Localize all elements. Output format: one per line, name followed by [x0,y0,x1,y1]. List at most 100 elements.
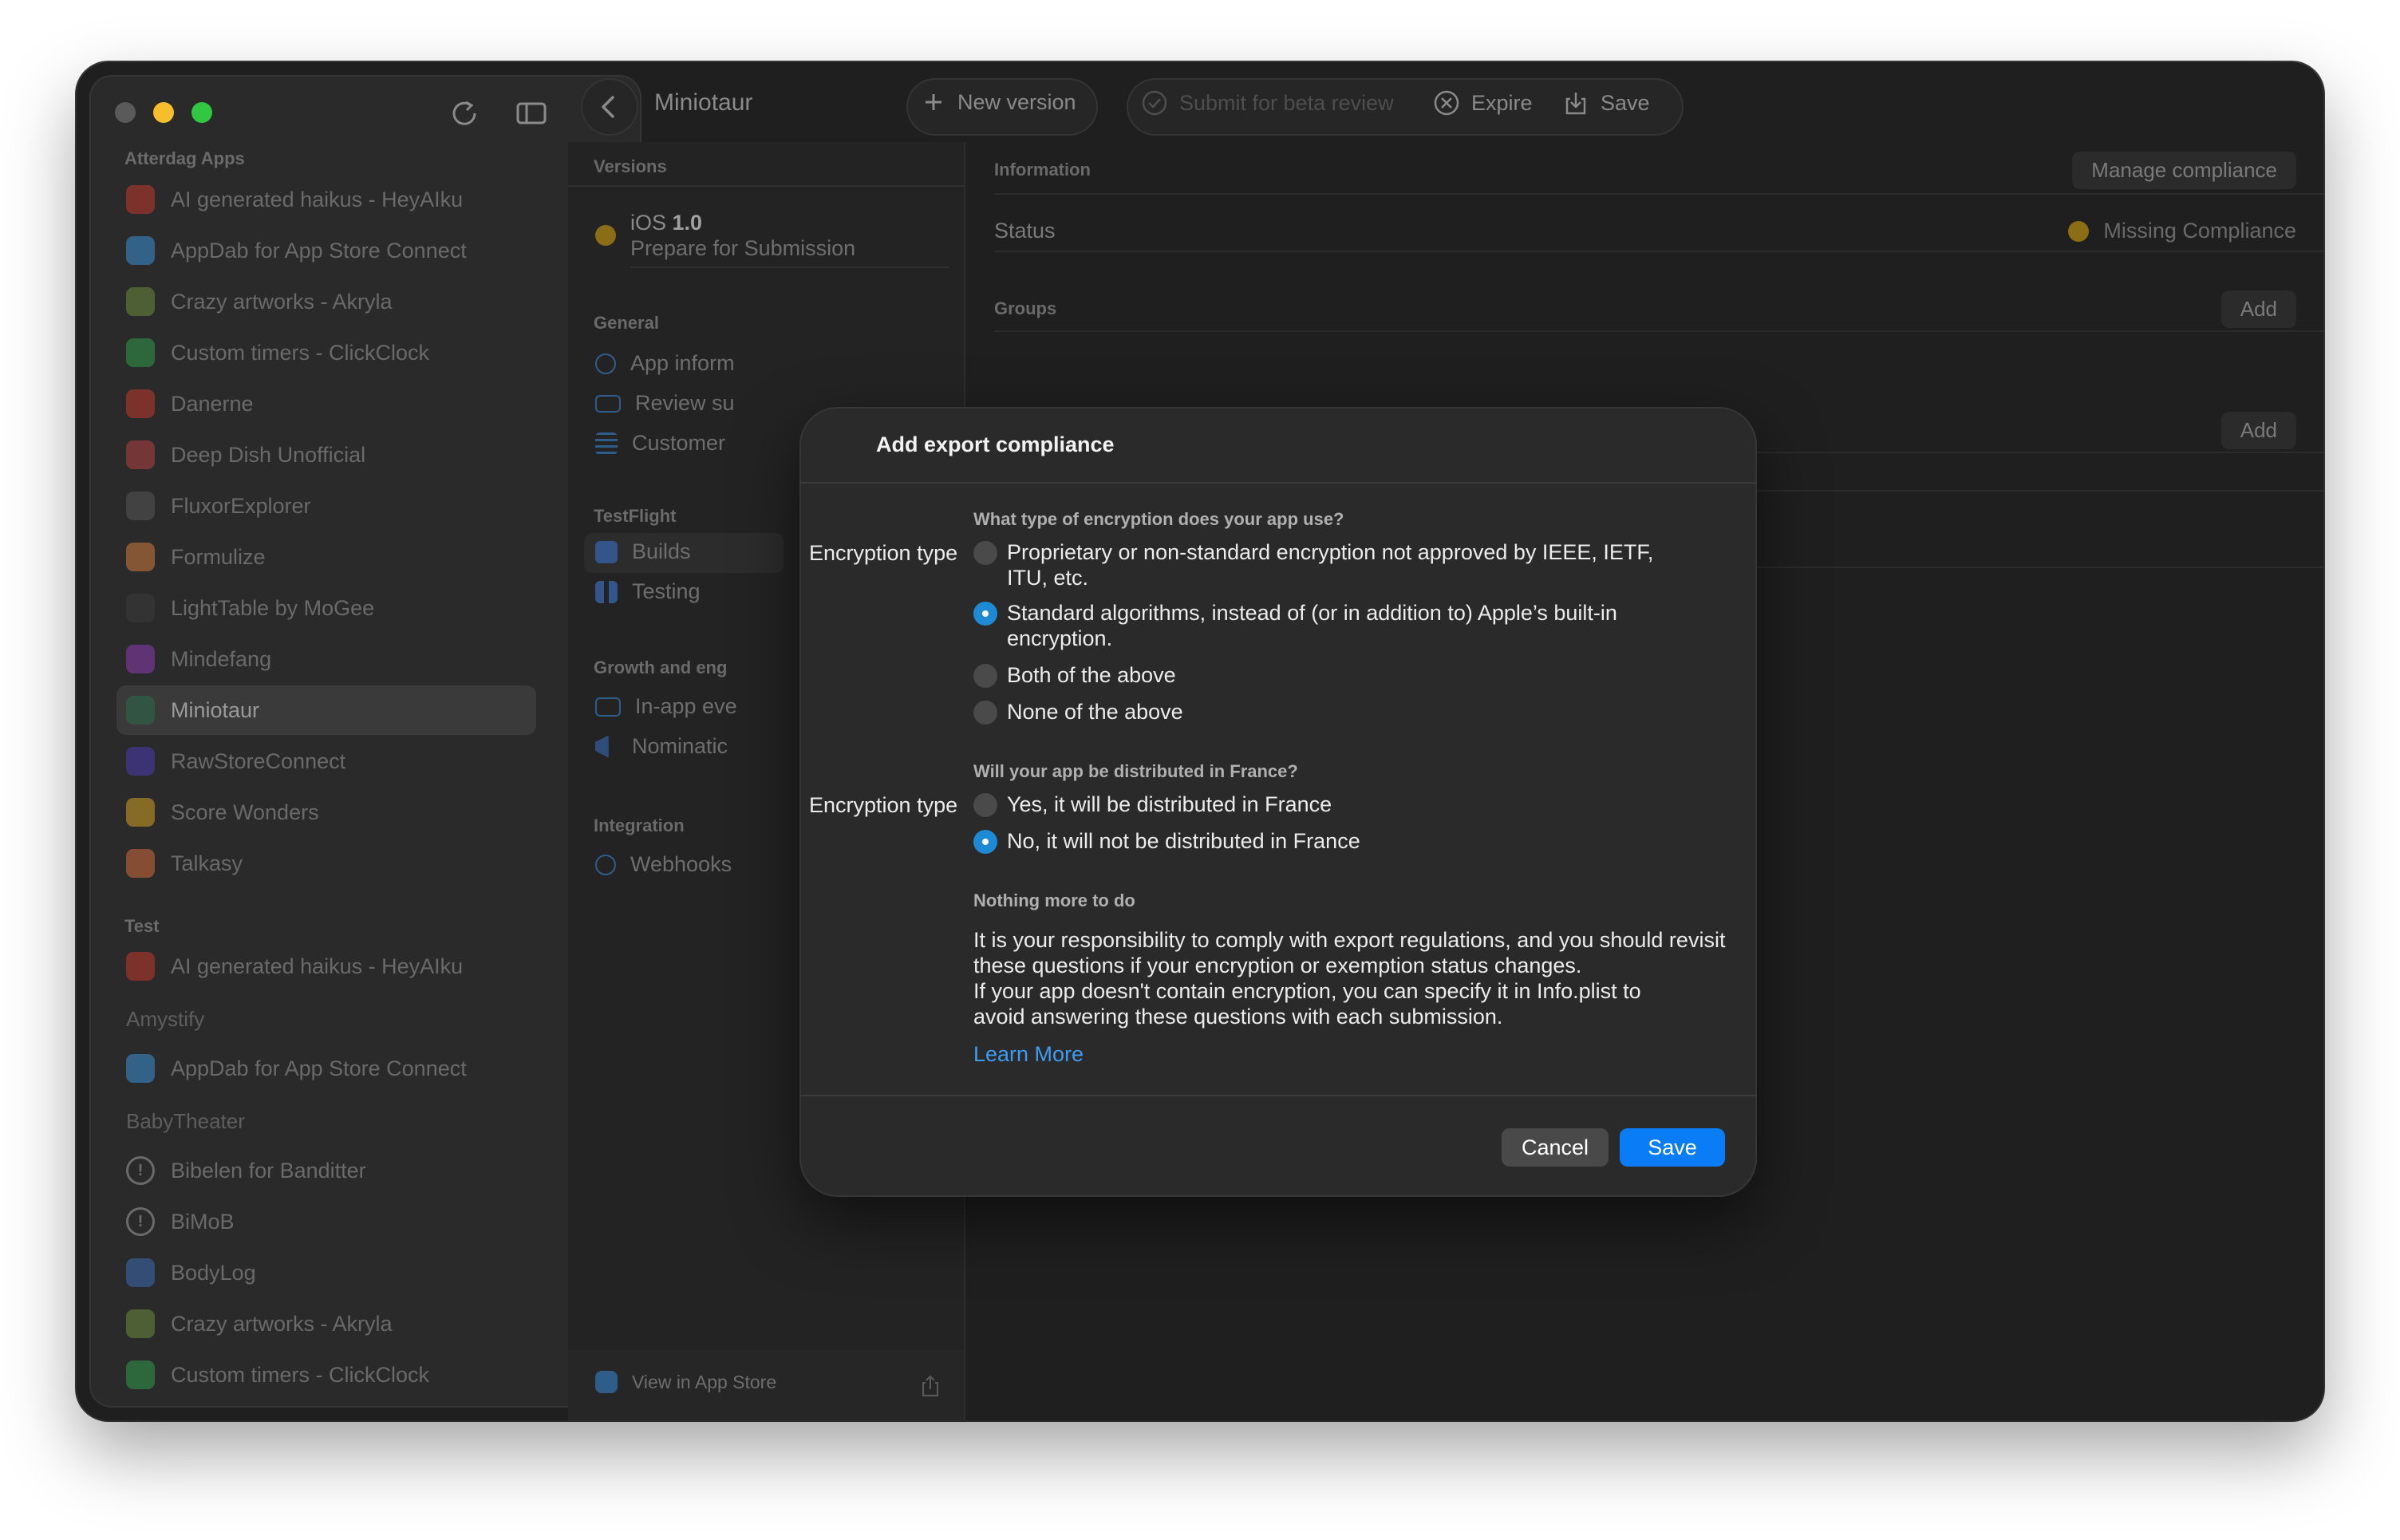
view-in-app-store-link[interactable]: View in App Store [595,1371,776,1393]
sidebar-app-label: Crazy artworks - Akryla [171,1311,393,1336]
app-icon [126,1309,155,1338]
share-icon[interactable] [919,1374,941,1402]
sidebar-app-label: Bibelen for Banditter [171,1158,366,1183]
sidebar-app-label: BiMoB [171,1209,235,1234]
sidebar-app-item[interactable]: AppDab for App Store Connect [116,1044,536,1093]
sidebar-app-item[interactable]: FluxorExplorer [116,481,536,531]
dialog-title: Add export compliance [876,432,1115,456]
minimize-window-button[interactable] [153,102,174,123]
sidebar-section-atterdag: Atterdag Apps [124,148,245,168]
radio-option-label[interactable]: None of the above [1007,699,1693,725]
sidebar-group-babytheater[interactable]: BabyTheater [126,1109,245,1134]
nav-label: In-app eve [635,694,737,718]
app-icon [126,849,155,878]
sidebar-app-label: Custom timers - ClickClock [171,1362,430,1387]
save-button[interactable]: Save [1620,1128,1725,1167]
sidebar-app-label: Crazy artworks - Akryla [171,289,393,314]
testing-icon [595,580,618,603]
app-icon [126,1360,155,1389]
sidebar-app-item[interactable]: ! Bibelen for Banditter [116,1146,536,1195]
radio-button[interactable] [973,701,997,725]
nav-label: Customer [632,431,726,455]
app-icon [126,543,155,571]
refresh-icon[interactable] [447,96,482,131]
sidebar-app-item[interactable]: RawStoreConnect [116,736,536,786]
radio-button[interactable] [973,793,997,817]
nav-testing[interactable]: Testing [595,579,701,604]
sidebar-app-item[interactable]: Score Wonders [116,788,536,837]
sidebar-toggle-icon[interactable] [514,96,549,131]
sidebar-app-label: Score Wonders [171,800,319,824]
version-item[interactable]: iOS 1.0 [630,211,702,235]
add-group-button[interactable]: Add [2220,290,2296,328]
sidebar-app-item[interactable]: LightTable by MoGee [116,583,536,633]
status-line [994,251,2323,252]
encryption-question: What type of encryption does your app us… [973,509,1344,529]
note-paragraph-2: If your app doesn't contain encryption, … [973,979,1641,1029]
chevron-left-icon [602,96,614,118]
sidebar-app-item[interactable]: ! BiMoB [116,1197,536,1246]
new-version-button[interactable]: New version [921,89,1076,115]
status-label: Status [994,219,1056,243]
sidebar-app-item[interactable]: BodyLog [116,1248,536,1297]
cancel-button[interactable]: Cancel [1502,1128,1609,1167]
radio-option-label[interactable]: Proprietary or non-standard encryption n… [1007,539,1661,590]
zoom-window-button[interactable] [191,102,212,123]
exclamation-circle-icon: ! [126,1207,155,1236]
cube-icon [595,540,618,563]
submit-beta-review-button[interactable]: Submit for beta review [1141,89,1394,116]
radio-button-selected[interactable] [973,602,997,626]
app-icon [126,338,155,367]
sidebar-app-item[interactable]: Mindefang [116,634,536,684]
note-paragraph-1: It is your responsibility to comply with… [973,928,1726,977]
general-header: General [594,313,659,333]
app-icon [126,594,155,622]
sidebar-app-item[interactable]: Deep Dish Unofficial [116,430,536,480]
back-button[interactable] [581,78,638,136]
radio-button[interactable] [973,664,997,688]
sidebar-app-item[interactable]: Danerne [116,379,536,428]
radio-button-selected[interactable] [973,830,997,854]
expire-button[interactable]: Expire [1433,89,1533,116]
sidebar-app-item[interactable]: Miniotaur [116,685,536,735]
learn-more-link[interactable]: Learn More [973,1042,1084,1067]
add-button-2[interactable]: Add [2220,412,2296,449]
nav-webhooks[interactable]: Webhooks [595,852,732,877]
versions-header-line [568,185,964,187]
save-toolbar-label: Save [1601,90,1650,115]
sidebar-app-item[interactable]: Talkasy [116,839,536,888]
nav-label: Builds [632,539,691,563]
nav-in-app-events[interactable]: In-app eve [595,694,737,719]
radio-option-label[interactable]: Standard algorithms, instead of (or in a… [1007,600,1661,651]
nav-app-information[interactable]: App inform [595,351,735,376]
sidebar-app-item[interactable]: Custom timers - ClickClock [116,328,536,377]
submit-beta-review-label: Submit for beta review [1179,90,1394,115]
warning-dot-icon [2068,220,2090,242]
sidebar-app-label: Deep Dish Unofficial [171,442,366,467]
sidebar-group-amystify[interactable]: Amystify [126,1007,204,1032]
app-window: Atterdag Apps AI generated haikus - HeyA… [77,62,2323,1420]
radio-button[interactable] [973,541,997,565]
manage-compliance-button[interactable]: Manage compliance [2072,152,2296,189]
nav-customer-reviews[interactable]: Customer [595,431,725,456]
app-icon [126,952,155,981]
radio-option-label[interactable]: No, it will not be distributed in France [1007,828,1661,854]
sidebar-app-item[interactable]: AppDab for App Store Connect [116,226,536,275]
save-toolbar-button[interactable]: Save [1562,89,1650,116]
close-window-button[interactable] [115,102,136,123]
sidebar-app-item[interactable]: Crazy artworks - Akryla [116,277,536,326]
app-icon [126,440,155,469]
nav-nominations[interactable]: Nominatic [595,734,728,759]
sidebar-app-label: LightTable by MoGee [171,595,375,620]
sidebar-app-item[interactable]: Crazy artworks - Akryla [116,1299,536,1348]
sidebar-app-item[interactable]: AI generated haikus - HeyAIku [116,942,536,991]
radio-option-label[interactable]: Yes, it will be distributed in France [1007,792,1661,817]
export-compliance-dialog: Add export compliance What type of encry… [799,407,1757,1197]
sidebar-app-item[interactable]: Custom timers - ClickClock [116,1350,536,1400]
sidebar-app-item[interactable]: AI generated haikus - HeyAIku [116,175,536,224]
status-warning-icon [595,225,616,246]
nav-builds[interactable]: Builds [595,539,691,564]
radio-option-label[interactable]: Both of the above [1007,662,1693,688]
sidebar-app-item[interactable]: Formulize [116,532,536,582]
nav-review-submissions[interactable]: Review su [595,391,735,416]
